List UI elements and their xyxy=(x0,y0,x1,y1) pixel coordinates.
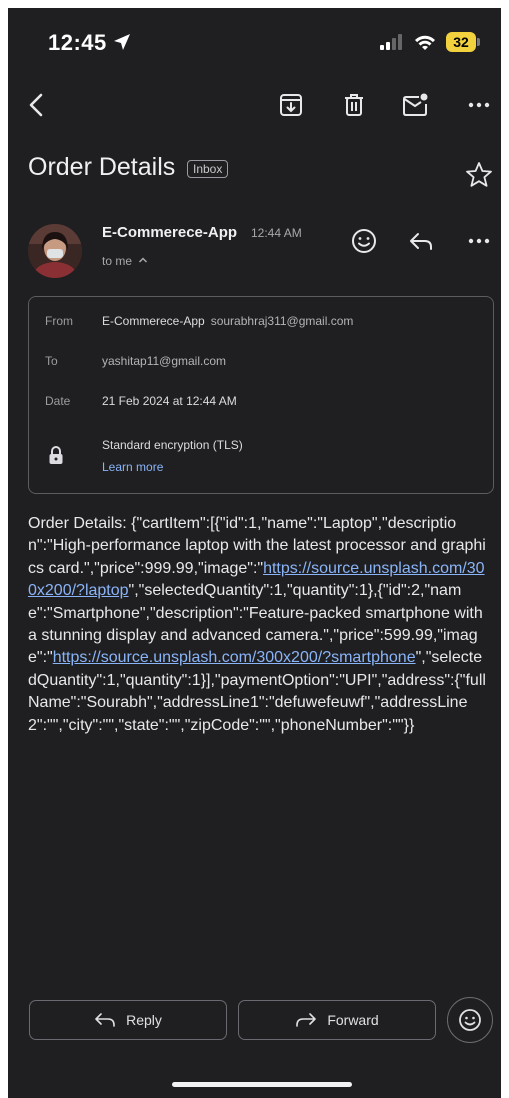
sent-time: 12:44 AM xyxy=(251,226,302,240)
battery-level: 32 xyxy=(446,32,476,52)
encryption-status: Standard encryption (TLS) xyxy=(102,438,243,452)
status-time: 12:45 xyxy=(48,30,107,55)
chevron-up-icon xyxy=(139,257,148,263)
star-icon[interactable] xyxy=(464,160,494,190)
from-name: E-Commerece-App xyxy=(102,314,205,328)
forward-button-label: Forward xyxy=(327,1012,379,1028)
home-indicator[interactable] xyxy=(172,1082,352,1087)
location-arrow-icon xyxy=(112,32,132,52)
lock-icon xyxy=(46,444,66,466)
recipient-toggle[interactable]: to me xyxy=(102,254,148,268)
to-email[interactable]: yashitap11@gmail.com xyxy=(102,354,226,368)
trash-icon[interactable] xyxy=(339,90,369,120)
sender-avatar[interactable] xyxy=(28,224,82,278)
more-icon[interactable] xyxy=(464,90,494,120)
email-subject: Order Details xyxy=(28,153,176,181)
from-email[interactable]: sourabhraj311@gmail.com xyxy=(211,314,354,328)
date-label: Date xyxy=(45,394,71,408)
reply-icon[interactable] xyxy=(406,226,436,256)
archive-icon[interactable] xyxy=(276,90,306,120)
emoji-reply-button[interactable] xyxy=(447,997,493,1043)
emoji-icon xyxy=(459,1009,481,1031)
to-label: To xyxy=(45,354,58,368)
mark-unread-icon[interactable] xyxy=(400,90,430,120)
sender-name: E-Commerece-App xyxy=(102,224,238,241)
email-screen: 12:45 32 Order Details Inbox E-Commerece… xyxy=(8,8,501,1098)
message-more-icon[interactable] xyxy=(464,226,494,256)
reply-icon xyxy=(95,1013,115,1027)
forward-icon xyxy=(296,1013,317,1027)
smartphone-image-link[interactable]: https://source.unsplash.com/300x200/?sma… xyxy=(53,649,416,666)
cellular-signal-icon xyxy=(380,34,402,50)
from-value: E-Commerece-App sourabhraj311@gmail.com xyxy=(102,314,353,328)
back-arrow-icon[interactable] xyxy=(22,90,52,120)
learn-more-link[interactable]: Learn more xyxy=(102,460,163,474)
reply-button[interactable]: Reply xyxy=(29,1000,227,1040)
from-label: From xyxy=(45,314,73,328)
forward-button[interactable]: Forward xyxy=(238,1000,436,1040)
wifi-icon xyxy=(413,32,437,52)
inbox-label-badge[interactable]: Inbox xyxy=(187,160,229,178)
emoji-reaction-icon[interactable] xyxy=(349,226,379,256)
recipient-summary: to me xyxy=(102,254,133,268)
reply-button-label: Reply xyxy=(126,1012,162,1028)
battery-indicator: 32 xyxy=(446,32,480,52)
date-value: 21 Feb 2024 at 12:44 AM xyxy=(102,394,237,408)
email-body: Order Details: {"cartItem":[{"id":1,"nam… xyxy=(28,513,488,737)
